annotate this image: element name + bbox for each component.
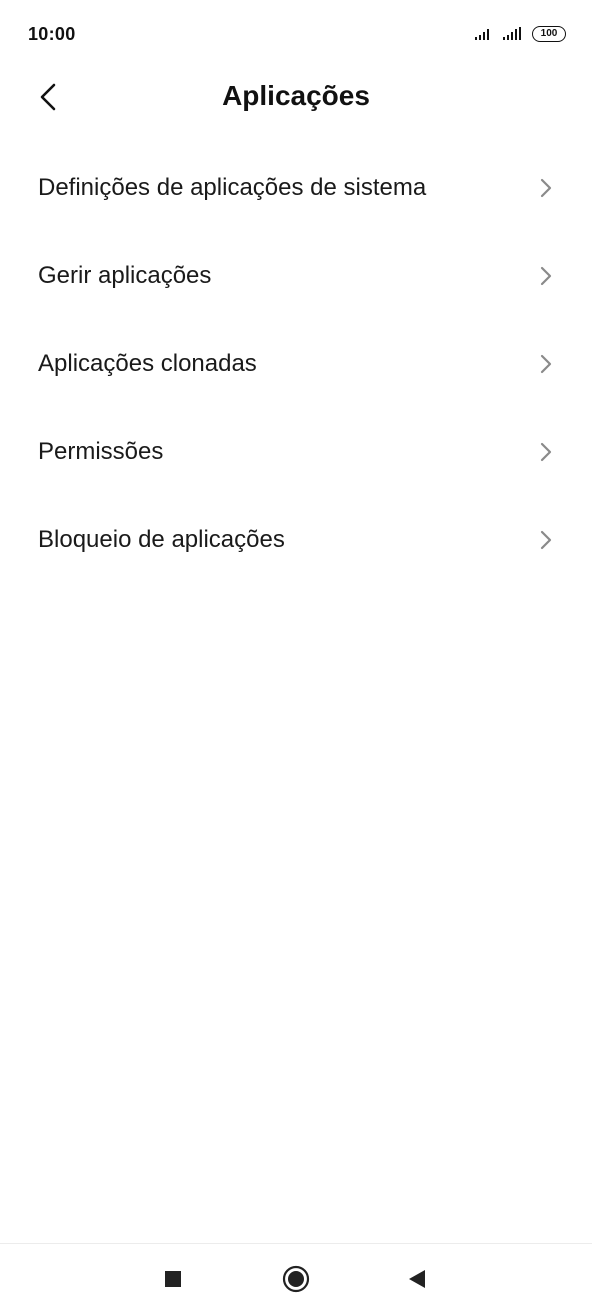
menu-item-system-app-settings[interactable]: Definições de aplicações de sistema <box>0 144 592 232</box>
signal-icon <box>502 27 524 41</box>
menu-item-label: Bloqueio de aplicações <box>38 526 285 553</box>
status-bar: 10:00 100 <box>0 0 592 70</box>
page-title: Aplicações <box>222 80 370 111</box>
nav-back-button[interactable] <box>397 1266 437 1296</box>
home-circle-icon <box>282 1265 310 1298</box>
menu-item-label: Permissões <box>38 438 164 465</box>
battery-icon: 100 <box>532 26 566 42</box>
chevron-right-icon <box>536 528 556 552</box>
chevron-right-icon <box>536 352 556 376</box>
menu-list: Definições de aplicações de sistema Geri… <box>0 144 592 584</box>
menu-item-app-lock[interactable]: Bloqueio de aplicações <box>0 496 592 584</box>
recents-square-icon <box>163 1269 183 1294</box>
menu-item-label: Definições de aplicações de sistema <box>38 174 427 201</box>
menu-item-manage-apps[interactable]: Gerir aplicações <box>0 232 592 320</box>
status-icons: 100 <box>474 26 566 42</box>
status-time: 10:00 <box>28 24 76 44</box>
navigation-bar <box>0 1243 592 1316</box>
menu-item-permissions[interactable]: Permissões <box>0 408 592 496</box>
menu-item-label: Gerir aplicações <box>38 262 212 289</box>
back-triangle-icon <box>407 1268 427 1295</box>
chevron-right-icon <box>536 264 556 288</box>
chevron-right-icon <box>536 176 556 200</box>
menu-item-cloned-apps[interactable]: Aplicações clonadas <box>0 320 592 408</box>
home-button[interactable] <box>276 1265 316 1298</box>
chevron-right-icon <box>536 440 556 464</box>
header: Aplicações <box>0 70 592 130</box>
menu-item-label: Aplicações clonadas <box>38 350 257 377</box>
battery-level: 100 <box>540 28 558 39</box>
recents-button[interactable] <box>153 1266 193 1296</box>
signal-icon <box>474 27 494 41</box>
